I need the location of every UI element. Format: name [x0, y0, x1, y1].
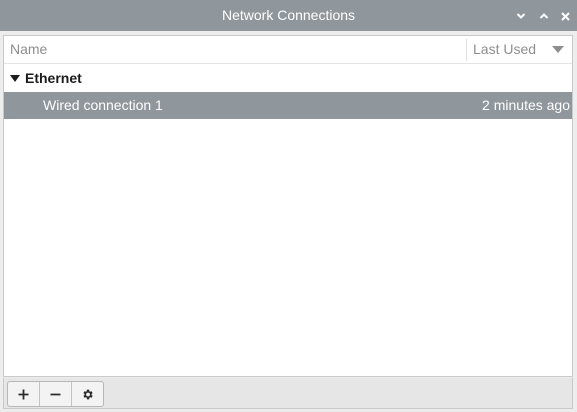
remove-connection-button[interactable] — [40, 382, 72, 406]
sort-descending-icon — [552, 46, 564, 53]
column-header-row: Name Last Used — [4, 36, 572, 64]
chevron-down-icon — [516, 13, 526, 19]
expander-down-icon[interactable] — [10, 75, 20, 82]
add-connection-button[interactable] — [8, 382, 40, 406]
window-title: Network Connections — [221, 7, 356, 23]
close-button[interactable] — [556, 7, 574, 25]
connection-row[interactable]: Wired connection 1 2 minutes ago — [4, 92, 572, 119]
group-label: Ethernet — [25, 70, 82, 86]
column-header-last-used-label: Last Used — [473, 41, 537, 57]
minimize-button[interactable] — [512, 7, 530, 25]
column-header-last-used[interactable]: Last Used — [467, 36, 572, 63]
bottom-toolbar — [3, 378, 573, 409]
maximize-button[interactable] — [535, 7, 553, 25]
edit-connection-settings-button[interactable] — [72, 382, 103, 406]
toolbar-button-group — [7, 381, 104, 407]
plus-icon — [18, 389, 29, 399]
group-row-ethernet[interactable]: Ethernet — [4, 65, 572, 92]
connection-last-used: 2 minutes ago — [482, 97, 570, 113]
gear-icon — [83, 389, 93, 399]
title-bar[interactable]: Network Connections — [0, 0, 577, 31]
chevron-up-icon — [539, 13, 549, 19]
column-header-name[interactable]: Name — [4, 36, 466, 63]
minus-icon — [50, 393, 61, 395]
close-icon — [560, 11, 570, 21]
connections-list[interactable]: Name Last Used Ethernet Wired connection… — [3, 35, 573, 377]
connection-name: Wired connection 1 — [43, 97, 163, 113]
network-connections-window: Network Connections Name Last Used Ether… — [0, 0, 577, 412]
